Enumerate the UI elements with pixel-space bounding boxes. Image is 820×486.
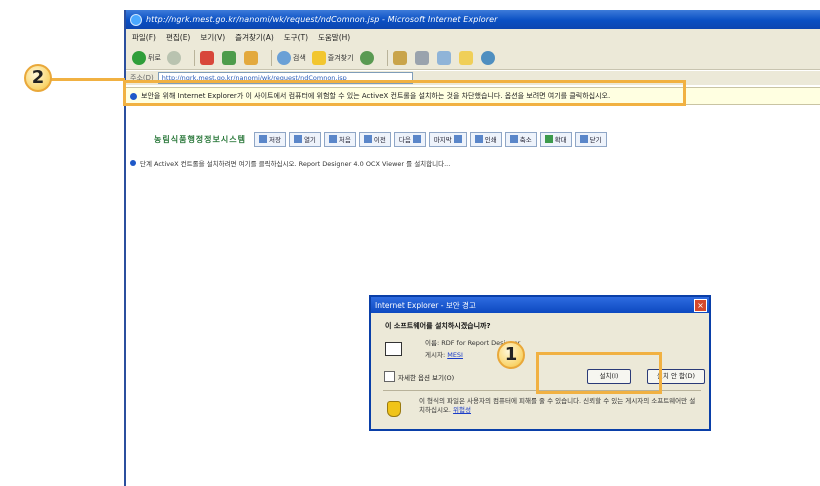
page-message-text: 단계 ActiveX 컨트롤을 설치하려면 여기를 클릭하십시오. Report… [140,160,451,168]
back-button[interactable]: 뒤로 [132,49,161,67]
page-button-label: 이전 [373,136,386,144]
dialog-title: Internet Explorer - 보안 경고 [375,300,476,310]
page-button-save[interactable]: 저장 [253,131,286,147]
more-options-toggle[interactable]: 자세한 옵션 보기(O) [384,371,454,382]
page-toolbar: 농림식품행정정보시스템 저장 열기 처음 이전 다음 마지막 인쇄 축소 확대 … [154,130,610,148]
print-button[interactable] [414,49,431,67]
favorites-star-icon [311,50,326,65]
menu-file[interactable]: 파일(F) [132,32,156,43]
page-button-label: 다음 [398,136,411,144]
page-button-label: 처음 [338,136,351,144]
search-label: 검색 [292,53,306,62]
toolbar-separator [193,49,195,66]
next-page-icon [412,135,421,143]
bullet-icon [130,160,136,166]
page-button-label: 인쇄 [484,136,497,144]
page-button-open[interactable]: 열기 [288,131,321,147]
callout-1-badge: 1 [497,341,525,369]
zoom-out-icon [509,135,518,143]
page-button-label: 열기 [303,136,316,144]
software-icon [385,342,402,356]
menu-favorites[interactable]: 즐겨찾기(A) [235,32,274,43]
page-button-zoom-in[interactable]: 확대 [539,131,572,147]
page-button-label: 축소 [519,136,532,144]
history-button[interactable] [359,49,376,67]
browser-toolbar: 뒤로 검색 즐겨찾기 [126,46,820,70]
name-label: 이름: [425,339,440,347]
mail-button[interactable] [392,49,409,67]
forward-button[interactable] [166,49,183,67]
print-icon [414,50,429,65]
page-button-label: 닫기 [589,136,602,144]
print-icon [474,135,483,143]
messenger-icon [480,50,495,65]
dialog-publisher-row: 게시자: MESI [425,349,463,359]
back-label: 뒤로 [148,53,161,62]
mail-icon [392,50,407,65]
toolbar-separator [386,49,388,66]
stop-icon [199,50,214,65]
page-button-first[interactable]: 처음 [323,131,356,147]
last-page-icon [453,135,462,143]
dialog-question: 이 소프트웨어를 설치하시겠습니까? [385,322,491,330]
publisher-label: 게시자: [425,351,446,359]
search-icon [276,50,291,65]
callout-1-highlight [536,352,662,394]
refresh-icon [221,50,236,65]
page-button-last[interactable]: 마지막 [428,131,467,147]
toolbar-separator [270,49,272,66]
first-page-icon [328,135,337,143]
refresh-button[interactable] [221,49,238,67]
menu-view[interactable]: 보기(V) [200,32,225,43]
prev-page-icon [363,135,372,143]
edit-button[interactable] [436,49,453,67]
folder-button[interactable] [458,49,475,67]
ie-logo-icon [130,13,142,26]
site-logo: 농림식품행정정보시스템 [154,134,246,144]
home-button[interactable] [243,49,260,67]
browser-title: http://ngrk.mest.go.kr/nanomi/wk/request… [146,15,498,24]
save-icon [258,135,267,143]
page-button-prev[interactable]: 이전 [358,131,391,147]
close-icon [579,135,588,143]
stop-button[interactable] [199,49,216,67]
edit-icon [436,50,451,65]
history-icon [359,50,374,65]
home-icon [243,50,258,65]
page-button-label: 저장 [268,136,281,144]
dialog-titlebar: Internet Explorer - 보안 경고 × [371,297,709,313]
forward-arrow-icon [166,50,181,65]
warning-shield-icon [387,401,401,417]
page-button-label: 마지막 [433,136,452,144]
callout-2-connector [50,78,125,81]
publisher-link[interactable]: MESI [447,351,463,359]
page-button-label: 확대 [554,136,567,144]
folder-icon [458,50,473,65]
page-button-print[interactable]: 인쇄 [469,131,502,147]
menu-edit[interactable]: 편집(E) [166,32,190,43]
zoom-in-icon [544,135,553,143]
risk-link[interactable]: 위험성 [453,406,471,414]
expand-icon [384,371,395,382]
callout-2-badge: 2 [24,64,52,92]
menu-help[interactable]: 도움말(H) [318,32,350,43]
back-arrow-icon [132,50,146,65]
open-icon [293,135,302,143]
page-button-next[interactable]: 다음 [393,131,426,147]
menu-bar: 파일(F) 편집(E) 보기(V) 즐겨찾기(A) 도구(T) 도움말(H) [126,29,820,46]
messenger-button[interactable] [480,49,497,67]
favorites-button[interactable]: 즐겨찾기 [311,49,354,67]
browser-titlebar: http://ngrk.mest.go.kr/nanomi/wk/request… [126,10,820,29]
dialog-warning: 이 형식의 파일은 사용자의 컴퓨터에 피해를 줄 수 있습니다. 신뢰할 수 … [419,397,699,415]
page-button-zoom-out[interactable]: 축소 [504,131,537,147]
menu-tools[interactable]: 도구(T) [284,32,308,43]
callout-2-highlight [123,80,686,106]
page-button-close[interactable]: 닫기 [574,131,607,147]
page-message: 단계 ActiveX 컨트롤을 설치하려면 여기를 클릭하십시오. Report… [130,158,450,168]
search-button[interactable]: 검색 [276,49,306,67]
dialog-close-button[interactable]: × [694,299,707,312]
more-options-label: 자세한 옵션 보기(O) [398,373,455,382]
favorites-label: 즐겨찾기 [327,53,354,62]
